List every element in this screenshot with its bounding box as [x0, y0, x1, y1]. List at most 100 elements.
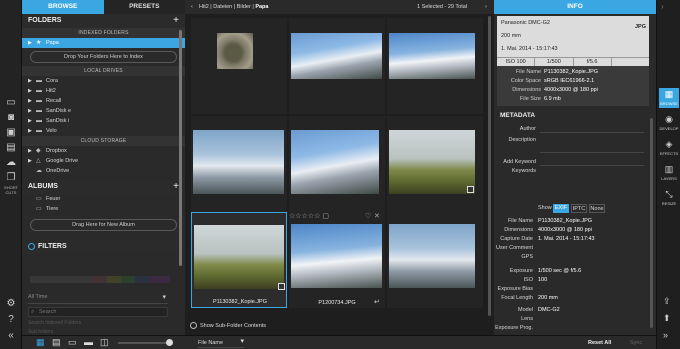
chevron-down-icon: ▾: [240, 338, 244, 345]
exif-tab[interactable]: EXIF: [553, 204, 569, 213]
rotate-icon[interactable]: ↵: [374, 298, 380, 306]
gear-icon[interactable]: ⚙: [3, 298, 19, 310]
thumbnail-cell[interactable]: [387, 116, 483, 212]
shortcuts-icon[interactable]: ❐: [3, 172, 19, 184]
search-input[interactable]: ⌕ Search: [28, 307, 168, 317]
thumbnail-cell[interactable]: [289, 116, 385, 212]
image-icon[interactable]: ▣: [3, 127, 19, 139]
drop-index-zone[interactable]: Drop Your Folders Here to Index: [30, 51, 177, 63]
keywords-area[interactable]: [540, 166, 644, 198]
collapse-left-icon[interactable]: «: [3, 330, 19, 342]
forward-arrow-icon[interactable]: ›: [485, 0, 487, 14]
filmstrip-view-icon[interactable]: ▬: [84, 337, 94, 347]
sync-button[interactable]: Sync: [630, 338, 642, 348]
exif-row: Exposure Bias: [497, 286, 533, 292]
compare-view-icon[interactable]: ◫: [100, 337, 110, 347]
album-icon: ▭: [36, 206, 42, 212]
grid-view-icon[interactable]: ▦: [36, 337, 46, 347]
keywords-label: Keywords: [511, 168, 536, 174]
author-field[interactable]: [540, 124, 644, 133]
browse-panel: BROWSE PRESETS FOLDERS + INDEXED FOLDERS…: [22, 0, 185, 349]
cloud-item-dropbox[interactable]: ▶ ◆ Dropbox: [22, 146, 185, 156]
thumbnail-cell[interactable]: [289, 18, 385, 114]
grid-scrollbar[interactable]: [488, 16, 491, 316]
camera-model: Panasonic DMC-G2: [501, 20, 550, 26]
show-subfolders-toggle[interactable]: Show Sub-Folder Contents: [190, 322, 266, 329]
module-develop[interactable]: ◉ DEVELOP: [659, 113, 679, 133]
thumbnail-cell-selected[interactable]: P1130382_Kopie.JPG: [191, 212, 287, 308]
thumbnail-cell[interactable]: [191, 18, 287, 114]
add-keyword-label: Add Keyword: [503, 159, 536, 165]
reject-icon[interactable]: ✕: [374, 212, 380, 220]
folders-title: FOLDERS: [28, 17, 62, 24]
thumbnail-cell[interactable]: [387, 18, 483, 114]
tab-info[interactable]: INFO: [494, 0, 656, 14]
filter-toggle-icon[interactable]: [28, 242, 35, 250]
collapse-right-icon[interactable]: ›: [661, 2, 664, 11]
none-tab[interactable]: None: [589, 204, 605, 213]
expand-right-icon[interactable]: »: [663, 330, 668, 340]
module-resize[interactable]: ⤡ RESIZE: [659, 188, 679, 208]
cloud-item-google-drive[interactable]: ▶ △ Google Drive: [22, 156, 185, 166]
drive-item[interactable]: ▶ ▬ Velo: [22, 126, 185, 136]
tab-presets[interactable]: PRESETS: [103, 0, 185, 14]
drive-item[interactable]: ▶ ▬ Recall: [22, 96, 185, 106]
show-label: Show: [538, 205, 552, 211]
aperture-value: f/5.6: [574, 58, 612, 66]
list-view-icon[interactable]: ▤: [52, 337, 62, 347]
thumbnail-cell[interactable]: [191, 116, 287, 212]
cloud-icon[interactable]: ☁: [3, 157, 19, 169]
info-scrollbar[interactable]: [650, 118, 653, 328]
export-icon[interactable]: ⬆: [663, 313, 671, 324]
thumbnail-cell[interactable]: [387, 212, 483, 308]
drive-item[interactable]: ▶ ▬ SanDisk i: [22, 116, 185, 126]
add-folder-icon[interactable]: +: [173, 14, 179, 28]
heart-icon[interactable]: ♡: [365, 212, 371, 220]
add-keyword-field[interactable]: [540, 157, 644, 166]
thumbnail-size-slider[interactable]: [118, 342, 170, 344]
thumbnail-image: [291, 130, 379, 194]
capture-date: 1. Mai. 2014 - 15:17:43: [501, 46, 558, 52]
time-filter-select[interactable]: All Time ▾: [28, 294, 168, 304]
tab-browse[interactable]: BROWSE: [22, 0, 104, 14]
expand-arrow-icon[interactable]: ▶: [28, 38, 36, 48]
color-label-filter[interactable]: [30, 276, 170, 283]
star-rating[interactable]: ☆☆☆☆☆ ▢: [289, 212, 329, 220]
slider-handle[interactable]: [166, 339, 173, 346]
detail-view-icon[interactable]: ▭: [68, 337, 78, 347]
description-field[interactable]: [540, 135, 644, 153]
album-item[interactable]: ▭ Tiere: [22, 204, 185, 214]
new-album-drop-zone[interactable]: Drag Here for New Album: [30, 219, 177, 231]
thumbnail-cell[interactable]: ☆☆☆☆☆ ▢ ♡ ✕ P1200734.JPG ↵: [289, 212, 385, 308]
breadcrumb: ‹ Hit2 | Dateien | Bilder | Papa 1 Selec…: [185, 0, 494, 14]
help-icon[interactable]: ?: [3, 314, 19, 326]
folder-icon[interactable]: ▤: [3, 142, 19, 154]
left-panel-scrollbar[interactable]: [179, 30, 182, 266]
module-layers[interactable]: ▥ LAYERS: [659, 163, 679, 183]
search-indexed-option[interactable]: Search Indexed Folders: [28, 320, 81, 326]
iptc-tab[interactable]: IPTC: [571, 204, 587, 213]
back-arrow-icon[interactable]: ‹: [191, 0, 193, 14]
edited-badge-icon: [278, 283, 285, 290]
filters-header: FILTERS: [22, 240, 185, 254]
shortcuts-label: SHORT CUTS: [4, 185, 18, 195]
monitor-icon[interactable]: ▭: [3, 97, 19, 109]
module-browse[interactable]: ▦ BROWSE: [659, 88, 679, 108]
thumbnail-caption: P1130382_Kopie.JPG: [212, 299, 268, 305]
drive-item[interactable]: ▶ ▬ SanDisk e: [22, 106, 185, 116]
folder-item-papa[interactable]: ▶ ★ Papa: [22, 38, 185, 48]
share-icon[interactable]: ⇪: [663, 296, 671, 307]
thumbnail-image: [217, 33, 253, 69]
sort-select[interactable]: File Name ▾: [198, 338, 244, 348]
drive-item[interactable]: ▶ ▬ Hit2: [22, 86, 185, 96]
drive-item[interactable]: ▶ ▬ Cora: [22, 76, 185, 86]
reset-all-button[interactable]: Reset All: [588, 338, 611, 348]
drive-icon: ▬: [36, 118, 42, 124]
cloud-item-onedrive[interactable]: ☁ OneDrive: [22, 166, 185, 176]
dropbox-icon: ◆: [36, 148, 41, 154]
module-effects[interactable]: ◈ EFFECTS: [659, 138, 679, 158]
albums-title: ALBUMS: [28, 183, 58, 190]
folders-header: FOLDERS +: [22, 14, 185, 28]
album-item[interactable]: ▭ Feuer: [22, 194, 185, 204]
camera-icon[interactable]: ◙: [3, 112, 19, 124]
